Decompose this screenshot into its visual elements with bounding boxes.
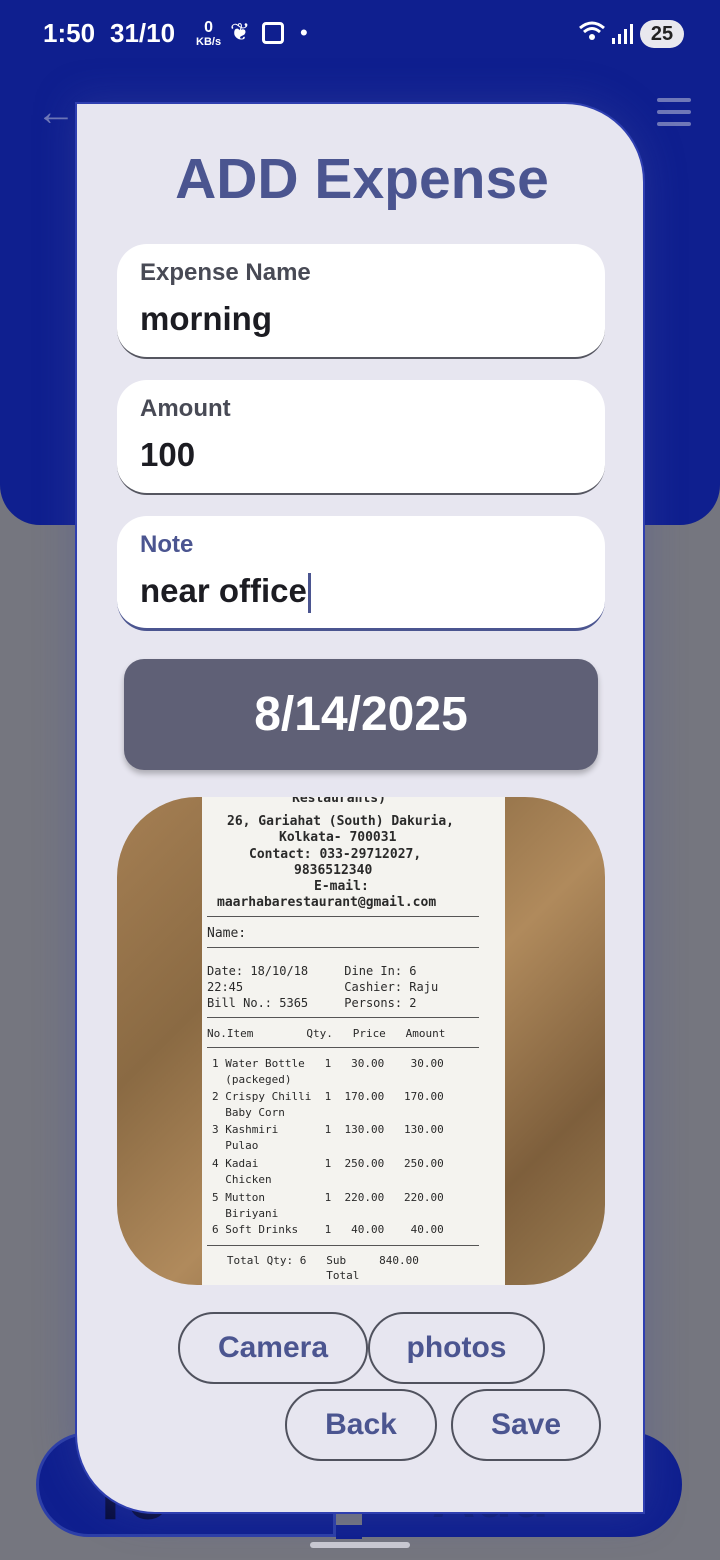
receipt-address-2: Kolkata- 700031 xyxy=(279,830,397,845)
receipt-item: Chicken xyxy=(212,1173,272,1186)
receipt-contact-2: 9836512340 xyxy=(294,863,373,878)
status-time: 1:50 xyxy=(43,18,96,48)
signal-icon xyxy=(612,24,634,44)
receipt-header: Restaurants) xyxy=(292,797,386,806)
receipt-item: 5 Mutton 1 220.00 220.00 xyxy=(212,1191,444,1204)
note-field[interactable]: Note near office xyxy=(117,516,605,631)
receipt-photo: Restaurants) 26, Gariahat (South) Dakuri… xyxy=(117,797,605,1285)
receipt-contact-1: Contact: 033-29712027, xyxy=(249,847,422,862)
receipt-bill-line: Bill No.: 5365 Persons: 2 xyxy=(207,996,417,1010)
network-speed: 0 KB/s xyxy=(196,19,222,49)
expense-name-label: Expense Name xyxy=(140,259,311,286)
receipt-total-2: Total xyxy=(207,1269,360,1282)
note-label: Note xyxy=(140,531,194,558)
battery-indicator: 25 xyxy=(640,20,684,48)
dialog-title: ADD Expense xyxy=(175,147,549,211)
receipt-rule xyxy=(207,947,479,948)
receipt-item: 4 Kadai 1 250.00 250.00 xyxy=(212,1157,444,1170)
notification-dot: • xyxy=(300,20,308,45)
amount-value[interactable]: 100 xyxy=(140,436,195,474)
receipt-item: (packeged) xyxy=(212,1073,292,1086)
receipt-total: Total Qty: 6 Sub 840.00 xyxy=(207,1254,419,1267)
expense-name-field[interactable]: Expense Name morning xyxy=(117,244,605,359)
back-button[interactable]: Back xyxy=(285,1389,437,1461)
back-arrow-icon[interactable]: ← xyxy=(36,92,76,132)
receipt-columns: No.Item Qty. Price Amount xyxy=(207,1027,446,1040)
background-divider xyxy=(336,1525,362,1539)
add-expense-dialog: ADD Expense Expense Name morning Amount … xyxy=(75,102,645,1514)
receipt-item: Baby Corn xyxy=(212,1106,285,1119)
status-date: 31/10 xyxy=(110,18,176,48)
amount-label: Amount xyxy=(140,395,231,422)
receipt-name: Name: xyxy=(207,926,247,941)
date-picker-button[interactable]: 8/14/2025 xyxy=(124,659,598,770)
note-input-line[interactable]: near office xyxy=(140,572,311,614)
network-speed-value: 0 xyxy=(204,19,213,36)
expense-name-value[interactable]: morning xyxy=(140,300,272,338)
text-caret xyxy=(307,573,311,614)
receipt-paper: Restaurants) 26, Gariahat (South) Dakuri… xyxy=(202,797,505,1285)
receipt-rule xyxy=(207,1245,479,1246)
note-value[interactable]: near office xyxy=(140,572,307,609)
receipt-time-line: 22:45 Cashier: Raju xyxy=(207,980,439,994)
receipt-item: Biriyani xyxy=(212,1207,279,1220)
receipt-rule xyxy=(207,1047,479,1048)
receipt-item: 2 Crispy Chilli 1 170.00 170.00 xyxy=(212,1090,444,1103)
receipt-date-line: Date: 18/10/18 Dine In: 6 xyxy=(207,964,417,978)
receipt-rule xyxy=(207,916,479,917)
wifi-icon xyxy=(578,20,606,48)
home-indicator[interactable] xyxy=(310,1542,410,1548)
photos-button[interactable]: photos xyxy=(368,1312,545,1384)
save-button[interactable]: Save xyxy=(451,1389,601,1461)
network-speed-unit: KB/s xyxy=(196,36,222,48)
menu-icon[interactable] xyxy=(657,98,691,134)
status-bar: 1:50 31/10 0 KB/s ❦ • 25 xyxy=(0,0,720,70)
scan-icon xyxy=(262,22,284,44)
receipt-item: 6 Soft Drinks 1 40.00 40.00 xyxy=(212,1223,444,1236)
receipt-rule xyxy=(207,1017,479,1018)
receipt-item: 1 Water Bottle 1 30.00 30.00 xyxy=(212,1057,444,1070)
receipt-email: maarhabarestaurant@gmail.com xyxy=(217,895,437,910)
leaf-icon: ❦ xyxy=(230,19,251,46)
camera-button[interactable]: Camera xyxy=(178,1312,368,1384)
receipt-address-1: 26, Gariahat (South) Dakuria, xyxy=(227,814,454,829)
receipt-item: Pulao xyxy=(212,1139,259,1152)
amount-field[interactable]: Amount 100 xyxy=(117,380,605,495)
receipt-item: 3 Kashmiri 1 130.00 130.00 xyxy=(212,1123,444,1136)
receipt-email-label: E-mail: xyxy=(314,879,369,894)
